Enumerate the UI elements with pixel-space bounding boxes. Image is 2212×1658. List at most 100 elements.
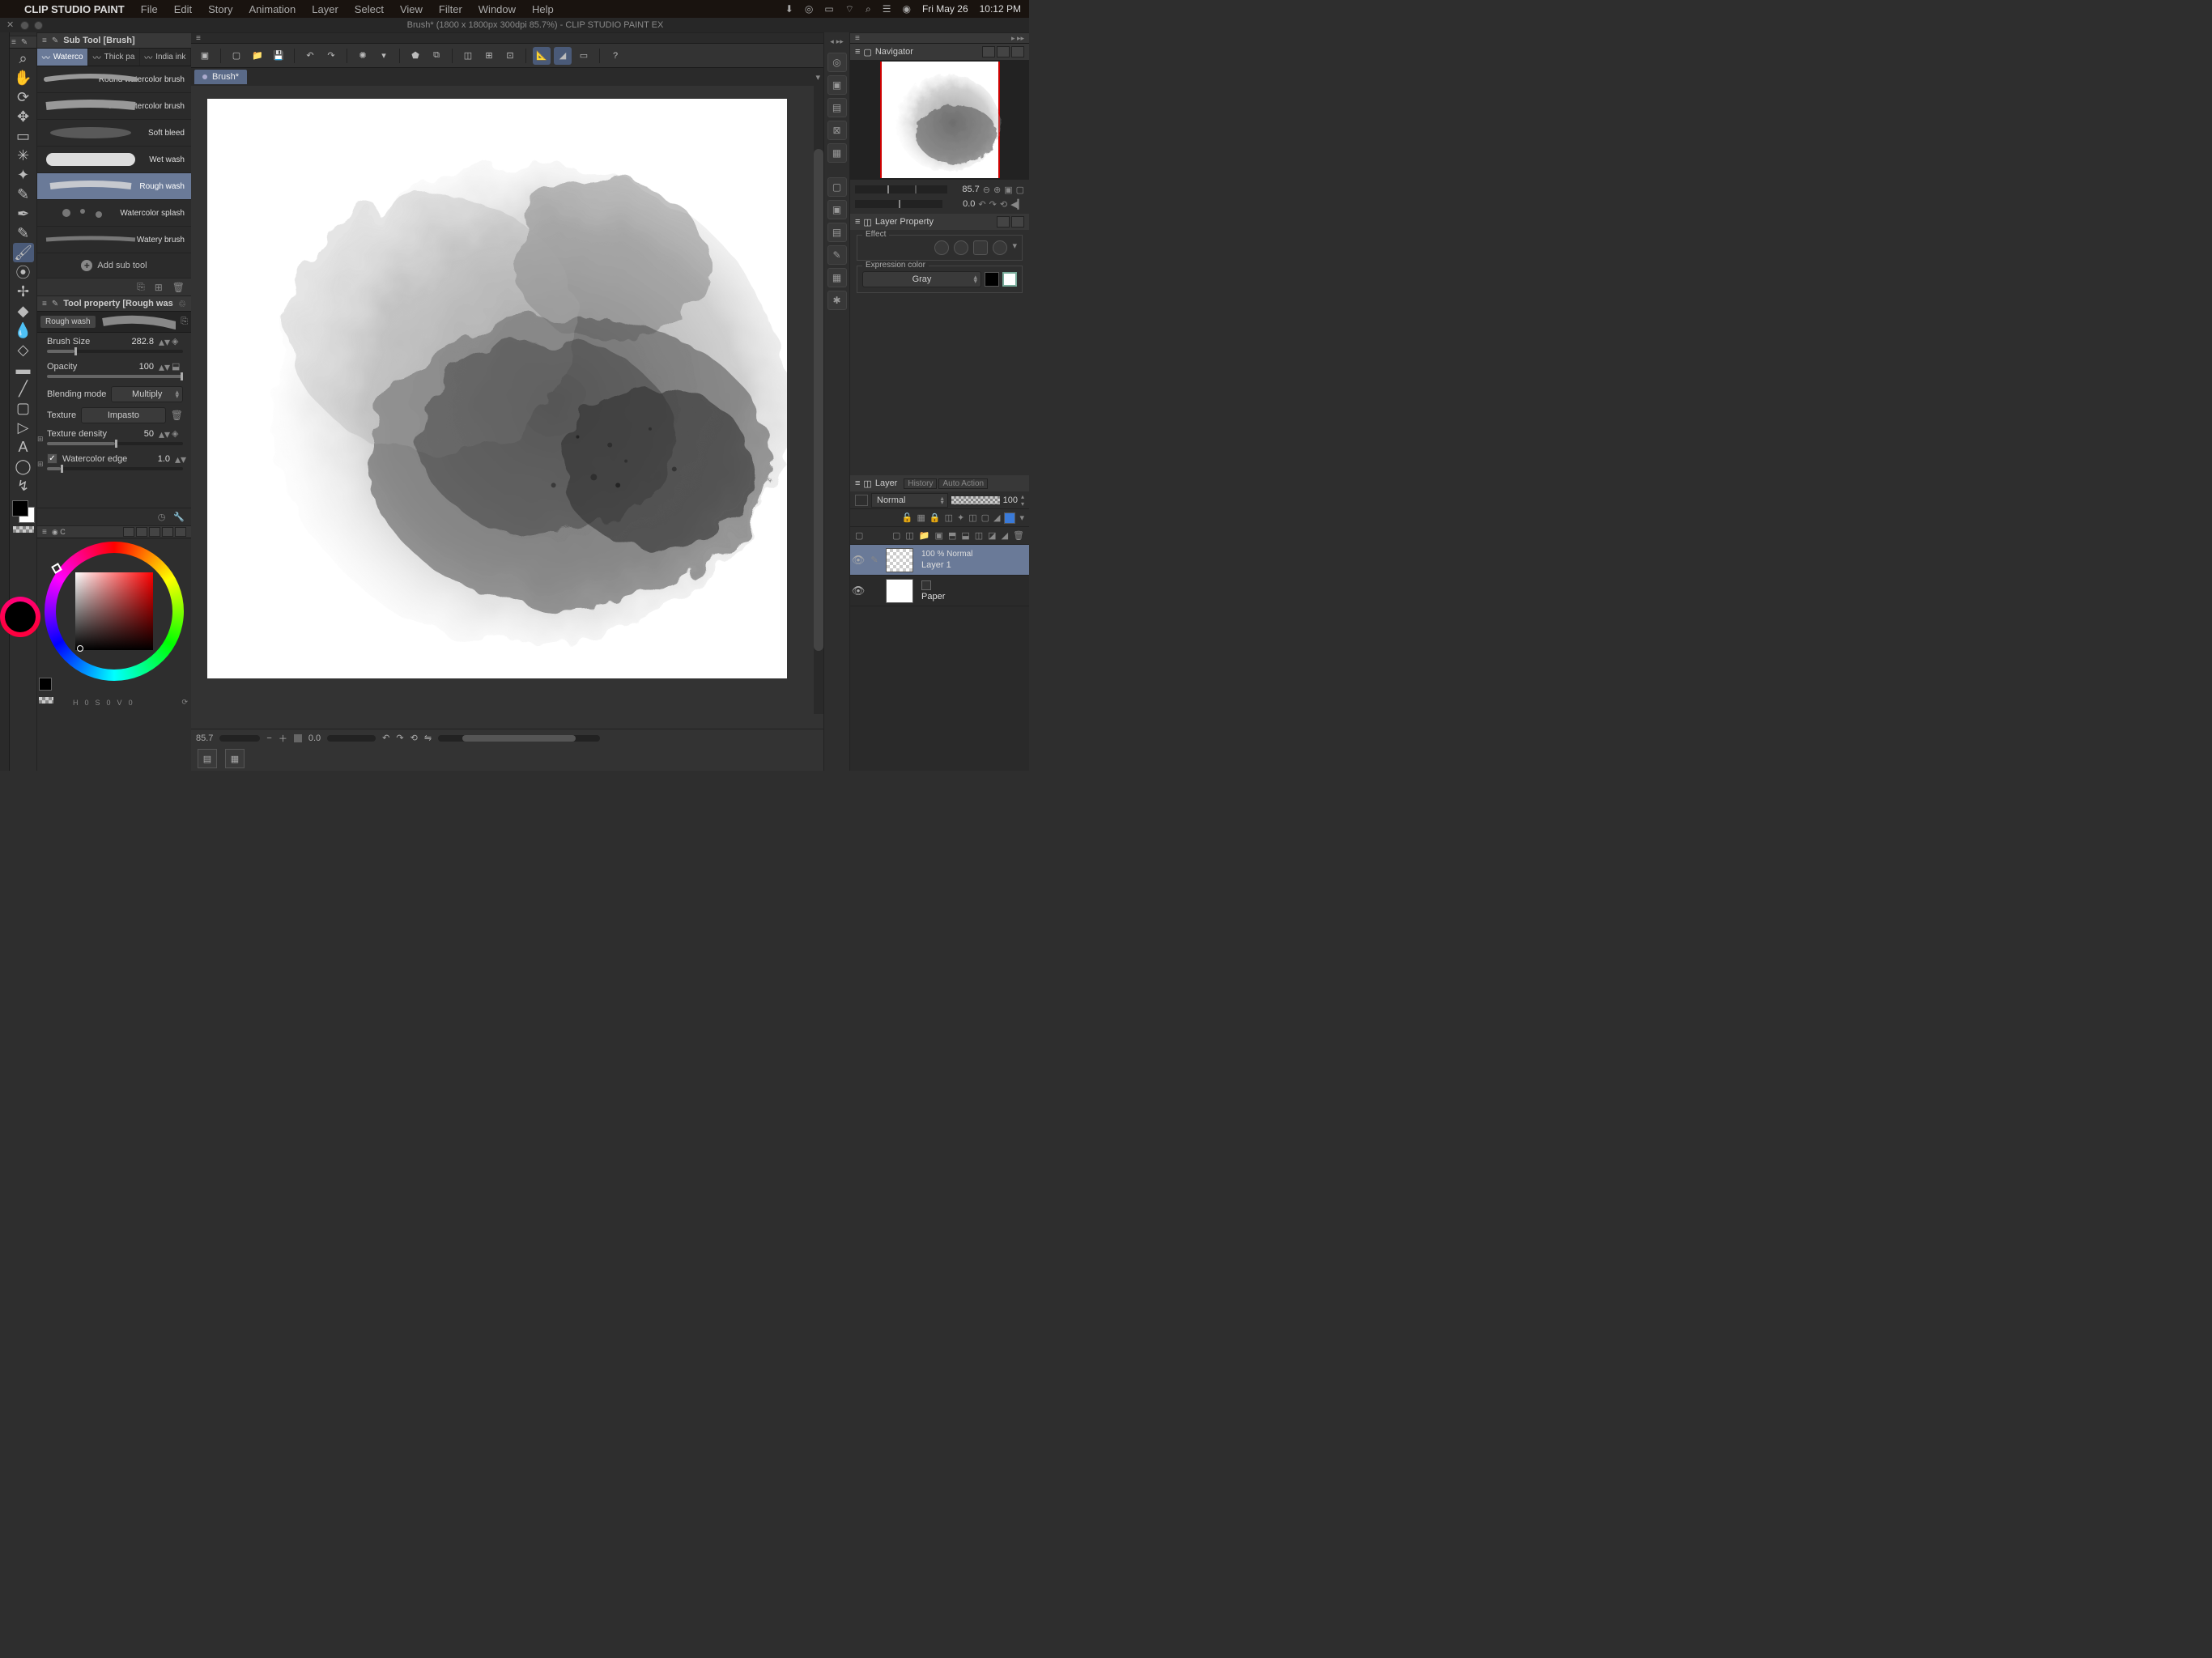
canvas-viewport[interactable]: [191, 86, 823, 729]
subtool-tab-watercolor[interactable]: 〰Waterco: [37, 49, 88, 66]
ruler-new-icon[interactable]: ◢: [1002, 530, 1008, 541]
layer-ref-icon[interactable]: ✦: [957, 512, 964, 523]
balloon-tool[interactable]: ◯: [13, 457, 34, 476]
brush-round-watercolor[interactable]: Round watercolor brush: [37, 66, 191, 93]
doc-menu-icon[interactable]: ≡: [196, 34, 201, 43]
palette-menu-icon[interactable]: ≡: [11, 38, 16, 47]
color-tab-1[interactable]: [123, 527, 134, 537]
undo-icon[interactable]: ↶: [301, 47, 319, 65]
zoom-readout[interactable]: 85.7: [196, 733, 213, 743]
timeline-panel-icon[interactable]: ▦: [225, 749, 245, 768]
effect-dropdown-icon[interactable]: ▾: [1012, 240, 1017, 255]
color-ring-indicator[interactable]: [0, 597, 40, 637]
brush-wet-wash[interactable]: Wet wash: [37, 147, 191, 173]
new-folder-icon[interactable]: 📁: [919, 530, 930, 541]
nav-fit-icon[interactable]: ▣: [1004, 185, 1012, 195]
canvas-vertical-scrollbar[interactable]: [814, 86, 823, 714]
mask-new-icon[interactable]: ◫: [975, 530, 983, 541]
decoration-tool[interactable]: ✢: [13, 282, 34, 301]
toolprop-panel-header[interactable]: ≡ ✎ Tool property [Rough was ♲: [37, 295, 191, 312]
opacity-stepper[interactable]: ▴▾: [159, 363, 167, 370]
expand-texdensity-icon[interactable]: ⊞: [37, 435, 44, 444]
effect-extract-icon[interactable]: [973, 240, 988, 255]
nav-zoom-slider[interactable]: [855, 185, 947, 193]
nav-flip-icon[interactable]: ◀▎: [1010, 199, 1024, 210]
effect-tone-icon[interactable]: [954, 240, 968, 255]
panel-menu-icon[interactable]: ≡: [42, 300, 47, 308]
menu-window[interactable]: Window: [479, 3, 516, 15]
opacity-slider[interactable]: [47, 375, 183, 378]
fit-icon[interactable]: [294, 734, 302, 742]
nav-rot-ccw-icon[interactable]: ↶: [978, 199, 985, 210]
nav-rot-cw-icon[interactable]: ↷: [989, 199, 997, 210]
hand-tool[interactable]: ✋: [13, 68, 34, 87]
brush-size-pressure-icon[interactable]: ◈: [172, 336, 183, 346]
ruler-snap-icon[interactable]: 📐: [533, 47, 551, 65]
wifi-icon[interactable]: ⌔: [845, 3, 854, 15]
menu-file[interactable]: File: [141, 3, 158, 15]
nav-zoom-in-icon[interactable]: ⊕: [993, 185, 1001, 195]
tab-autoaction[interactable]: Auto Action: [938, 478, 988, 489]
operation-tool[interactable]: ▭: [13, 126, 34, 146]
effect-layer-color-icon[interactable]: [993, 240, 1007, 255]
edge-slider[interactable]: [47, 467, 183, 470]
open-folder-icon[interactable]: 📁: [249, 47, 266, 65]
layer-ruler-icon[interactable]: ◢: [993, 512, 1000, 523]
zoom-in-icon[interactable]: ＋: [279, 732, 287, 745]
layer-lock-icon[interactable]: 🔓: [902, 512, 913, 523]
correct-line-tool[interactable]: ↯: [13, 476, 34, 495]
info-palette-icon[interactable]: ▣: [827, 200, 847, 219]
subtool-tab-thickpaint[interactable]: 〰Thick pa: [88, 49, 139, 66]
menu-story[interactable]: Story: [208, 3, 232, 15]
clipstudio-button[interactable]: ▣: [196, 47, 214, 65]
layer-blend-dropdown[interactable]: Normal▴▾: [871, 493, 948, 508]
eraser-tool[interactable]: ◆: [13, 301, 34, 321]
foreground-background-swatch[interactable]: [12, 500, 35, 523]
layer-opacity-slider[interactable]: [951, 496, 1000, 504]
layer-active-icon[interactable]: ✎: [866, 555, 883, 565]
toolprop-wrench-icon[interactable]: 🔧: [173, 512, 185, 522]
expression-color-dropdown[interactable]: Gray▴▾: [862, 271, 981, 287]
tab-history[interactable]: History: [904, 478, 937, 489]
mask-apply-icon[interactable]: ◪: [988, 530, 996, 541]
transparent-color[interactable]: [13, 526, 34, 533]
layer-palette-icon[interactable]: [855, 495, 868, 506]
window-minimize-button[interactable]: [20, 21, 29, 30]
texdensity-value[interactable]: 50: [144, 429, 154, 439]
delete-outside-icon[interactable]: ▾: [375, 47, 393, 65]
figure-tool[interactable]: ╱: [13, 379, 34, 398]
menu-help[interactable]: Help: [532, 3, 554, 15]
subtool-panel-header[interactable]: ≡ ✎ Sub Tool [Brush]: [37, 32, 191, 49]
nav-100-icon[interactable]: ▢: [1016, 185, 1024, 195]
zoom-slider[interactable]: [219, 735, 260, 742]
layer-lock-trans-icon[interactable]: ▦: [917, 512, 925, 523]
menu-layer[interactable]: Layer: [312, 3, 338, 15]
zoom-out-icon[interactable]: −: [266, 733, 271, 743]
snap-grid-icon[interactable]: ⊞: [480, 47, 498, 65]
layer-clip-icon[interactable]: ◫: [945, 512, 953, 523]
nav-zoom-out-icon[interactable]: ⊖: [983, 185, 990, 195]
toolprop-timer-icon[interactable]: ◷: [158, 512, 166, 522]
material-icon[interactable]: ▣: [827, 75, 847, 95]
special-ruler-icon[interactable]: ◢: [554, 47, 572, 65]
snap-icon[interactable]: ◫: [459, 47, 477, 65]
rotate-tool[interactable]: ⟳: [13, 87, 34, 107]
watercolor-edge-checkbox[interactable]: ✓: [47, 453, 57, 464]
rotate-ccw-icon[interactable]: ↶: [382, 733, 389, 743]
rotation-slider[interactable]: [327, 735, 376, 742]
sync-icon[interactable]: ◎: [805, 3, 813, 15]
navigator-preview[interactable]: [850, 60, 1029, 180]
color-tab-4[interactable]: [162, 527, 173, 537]
texdensity-stepper[interactable]: ▴▾: [159, 431, 167, 437]
transfer-icon[interactable]: ⬒: [948, 530, 956, 541]
wand-tool[interactable]: ✦: [13, 165, 34, 185]
app-name[interactable]: CLIP STUDIO PAINT: [24, 3, 125, 15]
new-frame-icon[interactable]: ▣: [935, 530, 943, 541]
sv-cursor[interactable]: [77, 645, 83, 652]
brush-options-icon[interactable]: ⎘: [181, 317, 188, 327]
brush-flat-watercolor[interactable]: Flat watercolor brush: [37, 93, 191, 120]
lprop-tab-1[interactable]: [997, 216, 1010, 227]
brush-soft-bleed[interactable]: Soft bleed: [37, 120, 191, 147]
text-tool[interactable]: A: [13, 437, 34, 457]
layer-row-layer1[interactable]: 👁 ✎ 100 % Normal Layer 1: [850, 545, 1029, 576]
